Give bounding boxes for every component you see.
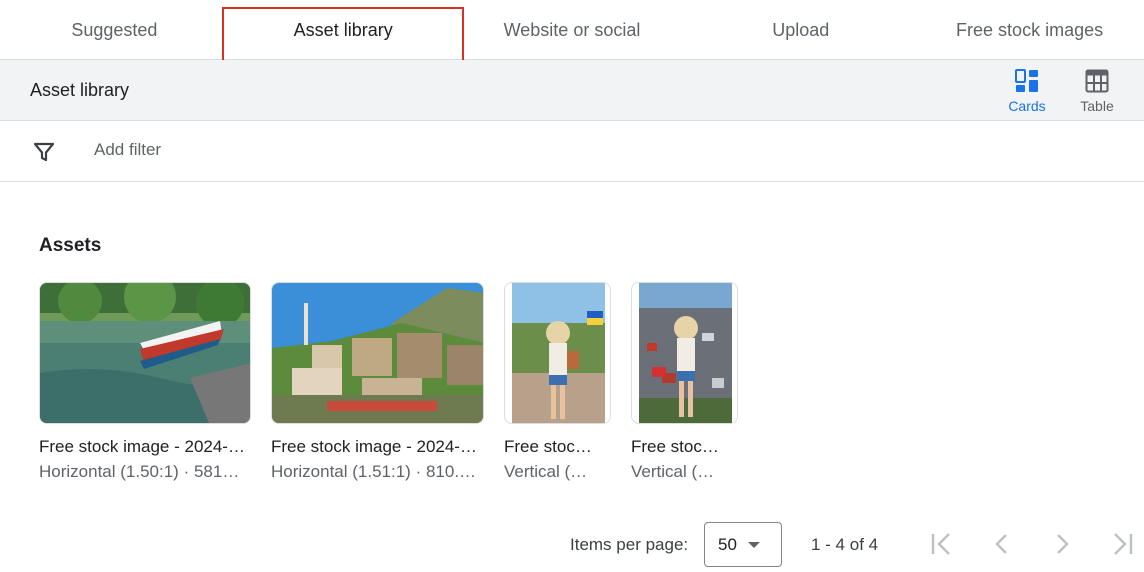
cards-view-label: Cards: [1008, 98, 1046, 114]
tab-asset-library[interactable]: Asset library: [221, 0, 464, 63]
library-header: Asset library Cards Table: [0, 60, 1144, 121]
tab-suggested[interactable]: Suggested: [0, 0, 229, 60]
asset-details: Horizontal (1.50:1) · 581…: [39, 462, 240, 481]
filter-bar: [0, 121, 1144, 182]
cards-view-button[interactable]: Cards: [997, 68, 1057, 116]
asset-thumbnail-traveler-flag: [504, 282, 611, 424]
tab-upload[interactable]: Upload: [686, 0, 915, 60]
tab-free-stock-images[interactable]: Free stock images: [915, 0, 1144, 60]
assets-heading: Assets: [39, 235, 102, 256]
cards-view-icon: [1015, 69, 1038, 92]
last-page-icon[interactable]: [1108, 530, 1136, 558]
previous-page-icon[interactable]: [988, 530, 1016, 558]
asset-card[interactable]: Free stoc… Vertical (…: [504, 282, 611, 482]
next-page-icon[interactable]: [1048, 530, 1076, 558]
table-view-icon: [1085, 69, 1109, 93]
asset-title: Free stock image - 2024-…: [39, 437, 245, 456]
table-view-button[interactable]: Table: [1067, 68, 1127, 116]
asset-details: Vertical (…: [631, 462, 715, 481]
asset-details: Vertical (…: [504, 462, 588, 481]
asset-details: Horizontal (1.51:1) · 810.…: [271, 462, 477, 481]
dropdown-caret-icon: [748, 542, 760, 548]
asset-card[interactable]: Free stoc… Vertical (…: [631, 282, 738, 482]
items-per-page-value: 50: [718, 534, 737, 554]
asset-thumbnail-traveler-city: [631, 282, 738, 424]
asset-thumbnail-boat: [39, 282, 251, 424]
filter-icon[interactable]: [32, 140, 56, 164]
page-range: 1 - 4 of 4: [811, 535, 879, 554]
asset-card[interactable]: Free stock image - 2024-… Horizontal (1.…: [271, 282, 484, 482]
items-per-page-label: Items per page:: [570, 535, 689, 554]
asset-title: Free stoc…: [631, 437, 719, 456]
tab-website-or-social[interactable]: Website or social: [458, 0, 687, 60]
items-per-page-select[interactable]: 50: [704, 522, 782, 567]
page-title: Asset library: [30, 80, 130, 100]
asset-title: Free stoc…: [504, 437, 592, 456]
first-page-icon[interactable]: [928, 530, 956, 558]
table-view-label: Table: [1080, 98, 1114, 114]
asset-title: Free stock image - 2024-…: [271, 437, 477, 456]
asset-thumbnail-town: [271, 282, 484, 424]
asset-card[interactable]: Free stock image - 2024-… Horizontal (1.…: [39, 282, 251, 482]
add-filter-input[interactable]: [94, 140, 494, 160]
source-tabs: Suggested Asset library Website or socia…: [0, 0, 1144, 63]
